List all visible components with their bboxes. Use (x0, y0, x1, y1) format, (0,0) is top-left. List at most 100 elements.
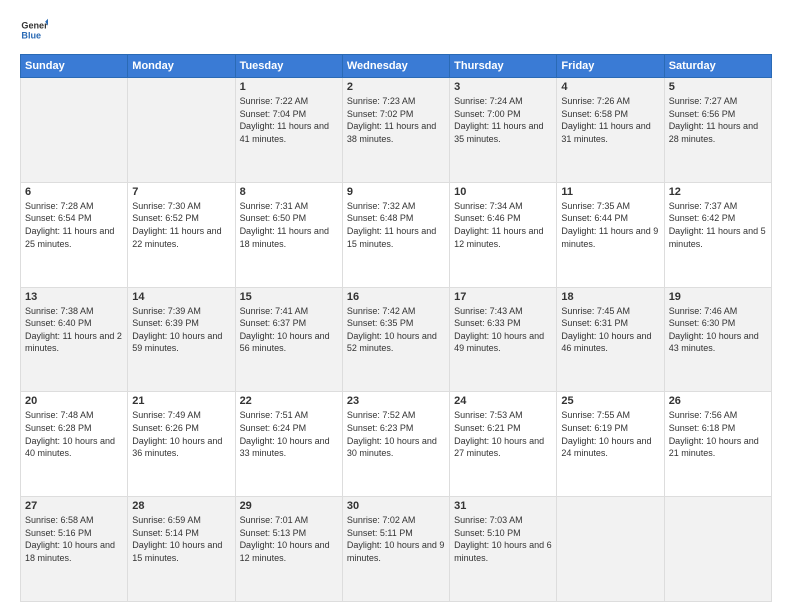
weekday-header-tuesday: Tuesday (235, 55, 342, 78)
day-number: 26 (669, 395, 767, 407)
calendar-cell: 7 Sunrise: 7:30 AM Sunset: 6:52 PM Daylig… (128, 182, 235, 287)
cell-content: Sunrise: 7:01 AM Sunset: 5:13 PM Dayligh… (240, 514, 338, 564)
calendar-cell: 8Sunrise: 7:31 AM Sunset: 6:50 PM Daylig… (235, 182, 342, 287)
day-number: 5 (669, 81, 767, 93)
cell-content: Sunrise: 7:02 AM Sunset: 5:11 PM Dayligh… (347, 514, 445, 564)
weekday-header-wednesday: Wednesday (342, 55, 449, 78)
cell-content: Sunrise: 7:28 AM Sunset: 6:54 PM Dayligh… (25, 200, 123, 250)
day-number: 6 (25, 186, 123, 198)
calendar-cell: 20 Sunrise: 7:48 AM Sunset: 6:28 PM Dayli… (21, 392, 128, 497)
calendar-row-3: 20 Sunrise: 7:48 AM Sunset: 6:28 PM Dayli… (21, 392, 772, 497)
weekday-header-thursday: Thursday (450, 55, 557, 78)
calendar-cell: 14 Sunrise: 7:39 AM Sunset: 6:39 PM Dayli… (128, 287, 235, 392)
cell-content: Sunrise: 7:53 AM Sunset: 6:21 PM Dayligh… (454, 409, 552, 459)
cell-content: Sunrise: 7:55 AM Sunset: 6:19 PM Dayligh… (561, 409, 659, 459)
day-number: 24 (454, 395, 552, 407)
day-number: 31 (454, 500, 552, 512)
day-number: 27 (25, 500, 123, 512)
day-number: 3 (454, 81, 552, 93)
cell-content: Sunrise: 7:30 AM Sunset: 6:52 PM Dayligh… (132, 200, 230, 250)
cell-content: Sunrise: 7:24 AM Sunset: 7:00 PM Dayligh… (454, 95, 552, 145)
day-number: 11 (561, 186, 659, 198)
logo: General Blue (20, 16, 48, 44)
header: General Blue (20, 16, 772, 44)
svg-text:Blue: Blue (21, 30, 41, 40)
day-number: 21 (132, 395, 230, 407)
day-number: 15 (240, 291, 338, 303)
cell-content: Sunrise: 7:37 AM Sunset: 6:42 PM Dayligh… (669, 200, 767, 250)
calendar-cell: 4Sunrise: 7:26 AM Sunset: 6:58 PM Daylig… (557, 78, 664, 183)
cell-content: Sunrise: 7:43 AM Sunset: 6:33 PM Dayligh… (454, 305, 552, 355)
cell-content: Sunrise: 7:34 AM Sunset: 6:46 PM Dayligh… (454, 200, 552, 250)
day-number: 25 (561, 395, 659, 407)
day-number: 7 (132, 186, 230, 198)
calendar-cell: 2 Sunrise: 7:23 AM Sunset: 7:02 PM Daylig… (342, 78, 449, 183)
day-number: 1 (240, 81, 338, 93)
day-number: 19 (669, 291, 767, 303)
calendar-cell: 29 Sunrise: 7:01 AM Sunset: 5:13 PM Dayli… (235, 497, 342, 602)
calendar-cell: 3 Sunrise: 7:24 AM Sunset: 7:00 PM Daylig… (450, 78, 557, 183)
cell-content: Sunrise: 7:52 AM Sunset: 6:23 PM Dayligh… (347, 409, 445, 459)
cell-content: Sunrise: 7:45 AM Sunset: 6:31 PM Dayligh… (561, 305, 659, 355)
calendar-cell: 31 Sunrise: 7:03 AM Sunset: 5:10 PM Dayli… (450, 497, 557, 602)
day-number: 23 (347, 395, 445, 407)
calendar-cell: 27 Sunrise: 6:58 AM Sunset: 5:16 PM Dayli… (21, 497, 128, 602)
day-number: 9 (347, 186, 445, 198)
day-number: 2 (347, 81, 445, 93)
cell-content: Sunrise: 6:58 AM Sunset: 5:16 PM Dayligh… (25, 514, 123, 564)
calendar-cell: 23 Sunrise: 7:52 AM Sunset: 6:23 PM Dayli… (342, 392, 449, 497)
day-number: 17 (454, 291, 552, 303)
cell-content: Sunrise: 7:51 AM Sunset: 6:24 PM Dayligh… (240, 409, 338, 459)
cell-content: Sunrise: 7:38 AM Sunset: 6:40 PM Dayligh… (25, 305, 123, 355)
calendar-cell: 1Sunrise: 7:22 AM Sunset: 7:04 PM Daylig… (235, 78, 342, 183)
calendar-cell (128, 78, 235, 183)
weekday-header-monday: Monday (128, 55, 235, 78)
calendar-cell: 22 Sunrise: 7:51 AM Sunset: 6:24 PM Dayli… (235, 392, 342, 497)
calendar-row-1: 6 Sunrise: 7:28 AM Sunset: 6:54 PM Daylig… (21, 182, 772, 287)
day-number: 12 (669, 186, 767, 198)
calendar-cell: 19 Sunrise: 7:46 AM Sunset: 6:30 PM Dayli… (664, 287, 771, 392)
calendar-cell (21, 78, 128, 183)
page: General Blue SundayMondayTuesdayWednesda… (0, 0, 792, 612)
weekday-header-saturday: Saturday (664, 55, 771, 78)
calendar-cell: 25 Sunrise: 7:55 AM Sunset: 6:19 PM Dayli… (557, 392, 664, 497)
cell-content: Sunrise: 7:48 AM Sunset: 6:28 PM Dayligh… (25, 409, 123, 459)
day-number: 28 (132, 500, 230, 512)
calendar-row-0: 1Sunrise: 7:22 AM Sunset: 7:04 PM Daylig… (21, 78, 772, 183)
calendar-cell: 16Sunrise: 7:42 AM Sunset: 6:35 PM Dayli… (342, 287, 449, 392)
calendar-cell: 24 Sunrise: 7:53 AM Sunset: 6:21 PM Dayli… (450, 392, 557, 497)
cell-content: Sunrise: 7:46 AM Sunset: 6:30 PM Dayligh… (669, 305, 767, 355)
calendar-cell: 5Sunrise: 7:27 AM Sunset: 6:56 PM Daylig… (664, 78, 771, 183)
cell-content: Sunrise: 7:56 AM Sunset: 6:18 PM Dayligh… (669, 409, 767, 459)
weekday-header-row: SundayMondayTuesdayWednesdayThursdayFrid… (21, 55, 772, 78)
day-number: 22 (240, 395, 338, 407)
calendar-cell: 9 Sunrise: 7:32 AM Sunset: 6:48 PM Daylig… (342, 182, 449, 287)
day-number: 30 (347, 500, 445, 512)
cell-content: Sunrise: 7:32 AM Sunset: 6:48 PM Dayligh… (347, 200, 445, 250)
weekday-header-friday: Friday (557, 55, 664, 78)
calendar-cell (557, 497, 664, 602)
calendar-table: SundayMondayTuesdayWednesdayThursdayFrid… (20, 54, 772, 602)
calendar-cell: 12 Sunrise: 7:37 AM Sunset: 6:42 PM Dayli… (664, 182, 771, 287)
cell-content: Sunrise: 6:59 AM Sunset: 5:14 PM Dayligh… (132, 514, 230, 564)
cell-content: Sunrise: 7:49 AM Sunset: 6:26 PM Dayligh… (132, 409, 230, 459)
day-number: 20 (25, 395, 123, 407)
calendar-cell: 6 Sunrise: 7:28 AM Sunset: 6:54 PM Daylig… (21, 182, 128, 287)
logo-icon: General Blue (20, 16, 48, 44)
calendar-cell: 18Sunrise: 7:45 AM Sunset: 6:31 PM Dayli… (557, 287, 664, 392)
weekday-header-sunday: Sunday (21, 55, 128, 78)
svg-text:General: General (21, 21, 48, 31)
cell-content: Sunrise: 7:03 AM Sunset: 5:10 PM Dayligh… (454, 514, 552, 564)
cell-content: Sunrise: 7:26 AM Sunset: 6:58 PM Dayligh… (561, 95, 659, 145)
calendar-row-2: 13Sunrise: 7:38 AM Sunset: 6:40 PM Dayli… (21, 287, 772, 392)
cell-content: Sunrise: 7:39 AM Sunset: 6:39 PM Dayligh… (132, 305, 230, 355)
cell-content: Sunrise: 7:23 AM Sunset: 7:02 PM Dayligh… (347, 95, 445, 145)
calendar-cell: 28 Sunrise: 6:59 AM Sunset: 5:14 PM Dayli… (128, 497, 235, 602)
day-number: 10 (454, 186, 552, 198)
calendar-cell: 11Sunrise: 7:35 AM Sunset: 6:44 PM Dayli… (557, 182, 664, 287)
cell-content: Sunrise: 7:31 AM Sunset: 6:50 PM Dayligh… (240, 200, 338, 250)
day-number: 14 (132, 291, 230, 303)
day-number: 29 (240, 500, 338, 512)
cell-content: Sunrise: 7:42 AM Sunset: 6:35 PM Dayligh… (347, 305, 445, 355)
calendar-cell (664, 497, 771, 602)
